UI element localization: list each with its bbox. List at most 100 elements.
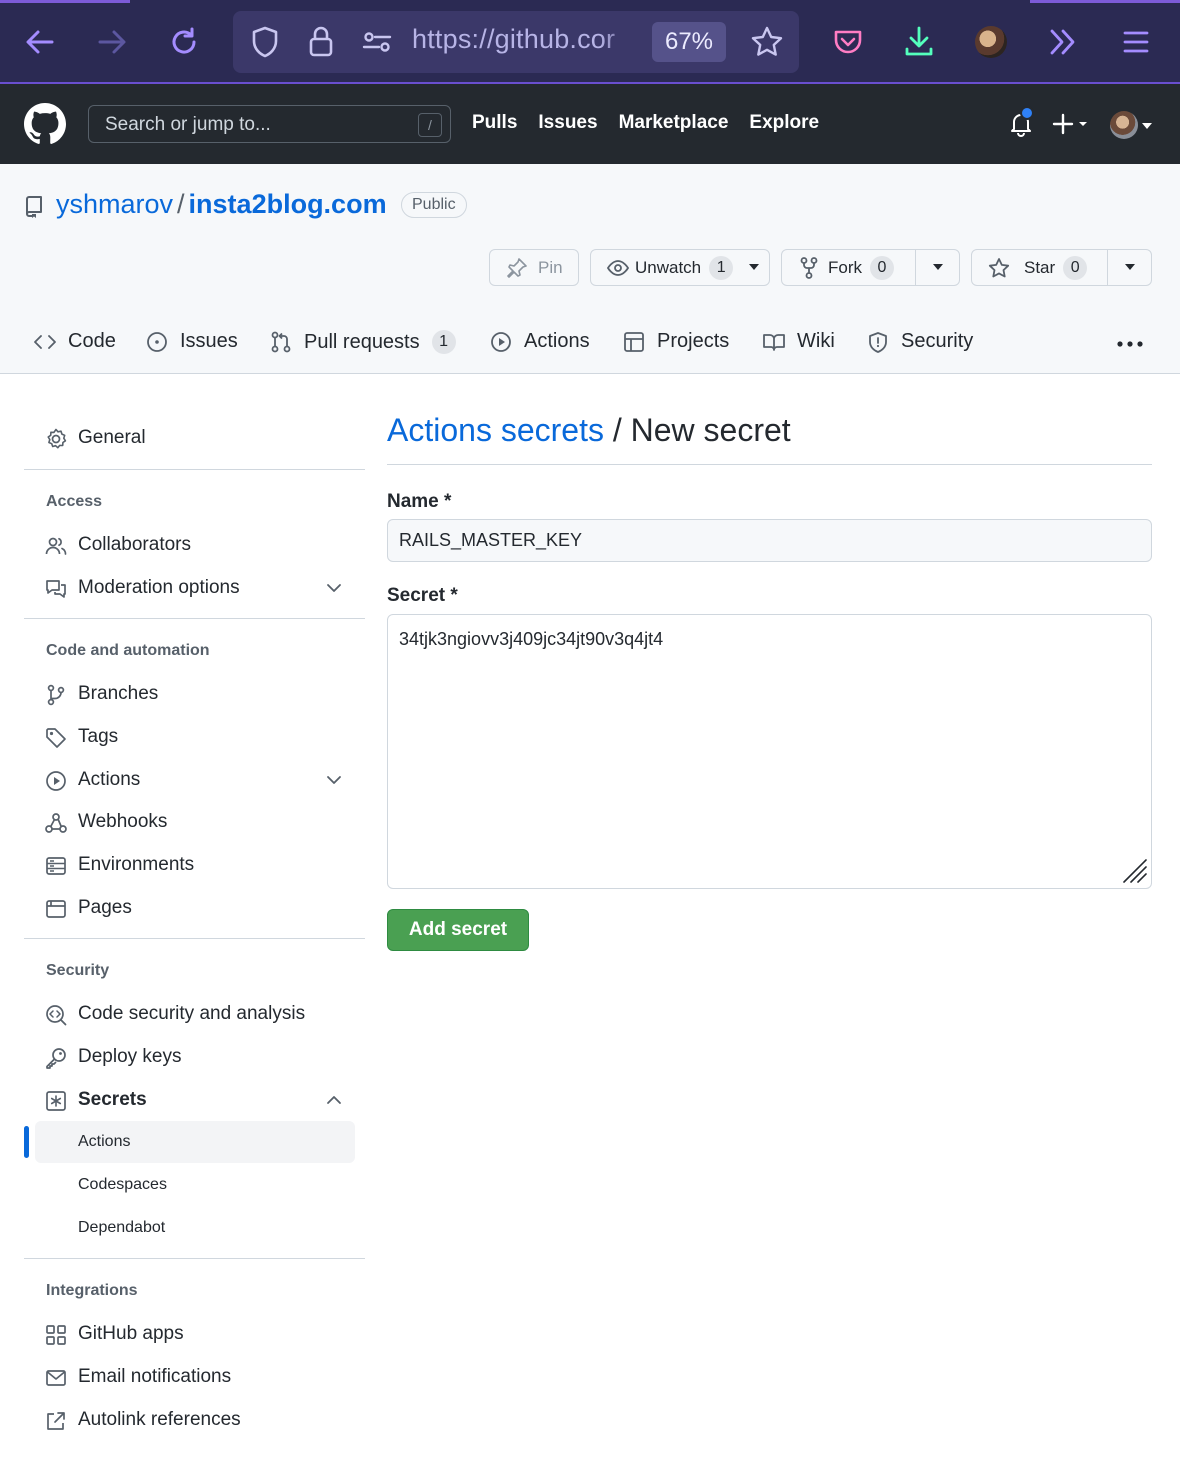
- extensions-chevron-icon[interactable]: [1043, 22, 1083, 62]
- star-button[interactable]: Star 0: [971, 249, 1152, 286]
- notification-indicator: [1020, 106, 1034, 120]
- fork-button[interactable]: Fork 0: [781, 249, 960, 286]
- play-icon: [46, 771, 66, 791]
- sidebar-item-branches[interactable]: Branches: [24, 674, 355, 714]
- add-secret-button[interactable]: Add secret: [387, 909, 529, 951]
- nav-explore[interactable]: Explore: [749, 112, 819, 134]
- sidebar-heading-code-automation: Code and automation: [46, 642, 210, 659]
- fork-dropdown[interactable]: [915, 250, 959, 285]
- nav-pulls[interactable]: Pulls: [472, 112, 517, 134]
- avatar-dropdown-icon[interactable]: [1142, 122, 1152, 130]
- resize-handle-icon[interactable]: [1122, 858, 1148, 884]
- download-icon[interactable]: [899, 22, 939, 62]
- user-avatar[interactable]: [1110, 111, 1138, 139]
- play-icon: [491, 331, 511, 352]
- star-count: 0: [1063, 255, 1088, 280]
- fork-label: Fork: [828, 257, 862, 277]
- sidebar-item-pages[interactable]: Pages: [24, 888, 355, 928]
- tab-security[interactable]: Security: [867, 330, 973, 353]
- sidebar-webhooks-label: Webhooks: [78, 811, 168, 832]
- sidebar-item-deploy-keys[interactable]: Deploy keys: [24, 1037, 355, 1077]
- tab-projects[interactable]: Projects: [623, 330, 729, 353]
- tab-issues[interactable]: Issues: [146, 330, 238, 353]
- toolbar-accent: [0, 0, 130, 3]
- sidebar-item-github-apps[interactable]: GitHub apps: [24, 1314, 355, 1354]
- sidebar-autolink-label: Autolink references: [78, 1409, 241, 1430]
- tab-code-label: Code: [68, 330, 116, 352]
- sidebar-tags-label: Tags: [78, 726, 119, 747]
- create-new-plus-icon[interactable]: [1052, 110, 1092, 138]
- sidebar-subitem-secrets-codespaces[interactable]: Codespaces: [35, 1164, 355, 1206]
- unwatch-button[interactable]: Unwatch 1: [590, 249, 770, 286]
- sidebar-divider: [24, 938, 365, 939]
- repo-owner-link[interactable]: yshmarov: [56, 189, 173, 219]
- permissions-icon[interactable]: [357, 22, 397, 62]
- secret-value-textarea[interactable]: 34tjk3ngiovv3j409jc34jt90v3q4jt4: [387, 614, 1152, 889]
- lock-icon[interactable]: [301, 22, 341, 62]
- more-tabs-icon[interactable]: [1116, 338, 1144, 350]
- zoom-level[interactable]: 67%: [652, 22, 726, 62]
- search-input[interactable]: Search or jump to... /: [88, 105, 451, 143]
- code-icon: [34, 334, 56, 349]
- tab-pull-requests[interactable]: Pull requests 1: [270, 330, 456, 354]
- slash-shortcut-hint: /: [418, 113, 442, 137]
- caret-down-icon: [1124, 264, 1135, 270]
- star-icon: [988, 257, 1010, 277]
- back-icon[interactable]: [20, 22, 60, 62]
- sidebar-code-security-label: Code security and analysis: [78, 1003, 306, 1024]
- sidebar-item-general[interactable]: General: [24, 418, 355, 458]
- breadcrumb-actions-secrets-link[interactable]: Actions secrets: [387, 412, 604, 448]
- reload-icon[interactable]: [164, 22, 204, 62]
- nav-marketplace[interactable]: Marketplace: [619, 112, 729, 134]
- nav-issues[interactable]: Issues: [538, 112, 597, 134]
- fork-icon: [800, 256, 818, 279]
- chevron-down-icon: [327, 776, 341, 784]
- sidebar-general-label: General: [78, 427, 146, 448]
- sidebar-github-apps-label: GitHub apps: [78, 1323, 184, 1344]
- secret-field-label: Secret *: [387, 585, 458, 606]
- sidebar-item-moderation[interactable]: Moderation options: [24, 568, 355, 608]
- sidebar-pages-label: Pages: [78, 897, 132, 918]
- sidebar-item-environments[interactable]: Environments: [24, 845, 355, 885]
- bookmark-star-icon[interactable]: [747, 22, 787, 62]
- sidebar-subitem-secrets-dependabot[interactable]: Dependabot: [35, 1207, 355, 1249]
- star-dropdown[interactable]: [1107, 250, 1151, 285]
- menu-icon[interactable]: [1116, 22, 1156, 62]
- pin-button[interactable]: Pin: [489, 249, 579, 286]
- codescan-icon: [46, 1005, 67, 1026]
- sidebar-item-tags[interactable]: Tags: [24, 717, 355, 757]
- repo-name-link[interactable]: insta2blog.com: [189, 189, 387, 219]
- tab-projects-label: Projects: [657, 330, 730, 352]
- sidebar-item-code-security[interactable]: Code security and analysis: [24, 994, 355, 1034]
- sidebar-secrets-actions-label: Actions: [78, 1133, 131, 1150]
- sidebar-environments-label: Environments: [78, 854, 195, 875]
- tab-actions[interactable]: Actions: [490, 330, 590, 353]
- sidebar-item-autolink[interactable]: Autolink references: [24, 1400, 355, 1440]
- shield-icon[interactable]: [245, 22, 285, 62]
- secret-name-input[interactable]: [387, 519, 1152, 562]
- webhook-icon: [45, 813, 67, 833]
- tab-code[interactable]: Code: [34, 330, 116, 353]
- url-text[interactable]: https://github.cor: [412, 24, 640, 60]
- sidebar-item-actions[interactable]: Actions: [24, 760, 355, 800]
- sidebar-item-webhooks[interactable]: Webhooks: [24, 802, 355, 842]
- tag-icon: [46, 728, 66, 748]
- sidebar-item-collaborators[interactable]: Collaborators: [24, 525, 355, 565]
- apps-icon: [46, 1325, 66, 1345]
- sidebar-item-secrets[interactable]: Secrets: [24, 1080, 355, 1120]
- sidebar-secrets-dependabot-label: Dependabot: [78, 1219, 166, 1236]
- fork-count: 0: [870, 255, 894, 280]
- account-avatar[interactable]: [975, 26, 1007, 58]
- forward-icon[interactable]: [92, 22, 132, 62]
- tab-wiki[interactable]: Wiki: [763, 330, 835, 353]
- sidebar-item-email-notifications[interactable]: Email notifications: [24, 1357, 355, 1397]
- github-logo-icon[interactable]: [24, 103, 66, 145]
- book-icon: [763, 333, 785, 351]
- issue-icon: [147, 331, 167, 352]
- chevron-down-icon: [327, 584, 341, 592]
- tab-actions-label: Actions: [524, 330, 590, 352]
- github-nav: Pulls Issues Marketplace Explore: [472, 112, 819, 134]
- eye-icon: [607, 259, 629, 276]
- pocket-icon[interactable]: [828, 22, 868, 62]
- sidebar-subitem-secrets-actions[interactable]: Actions: [35, 1121, 355, 1163]
